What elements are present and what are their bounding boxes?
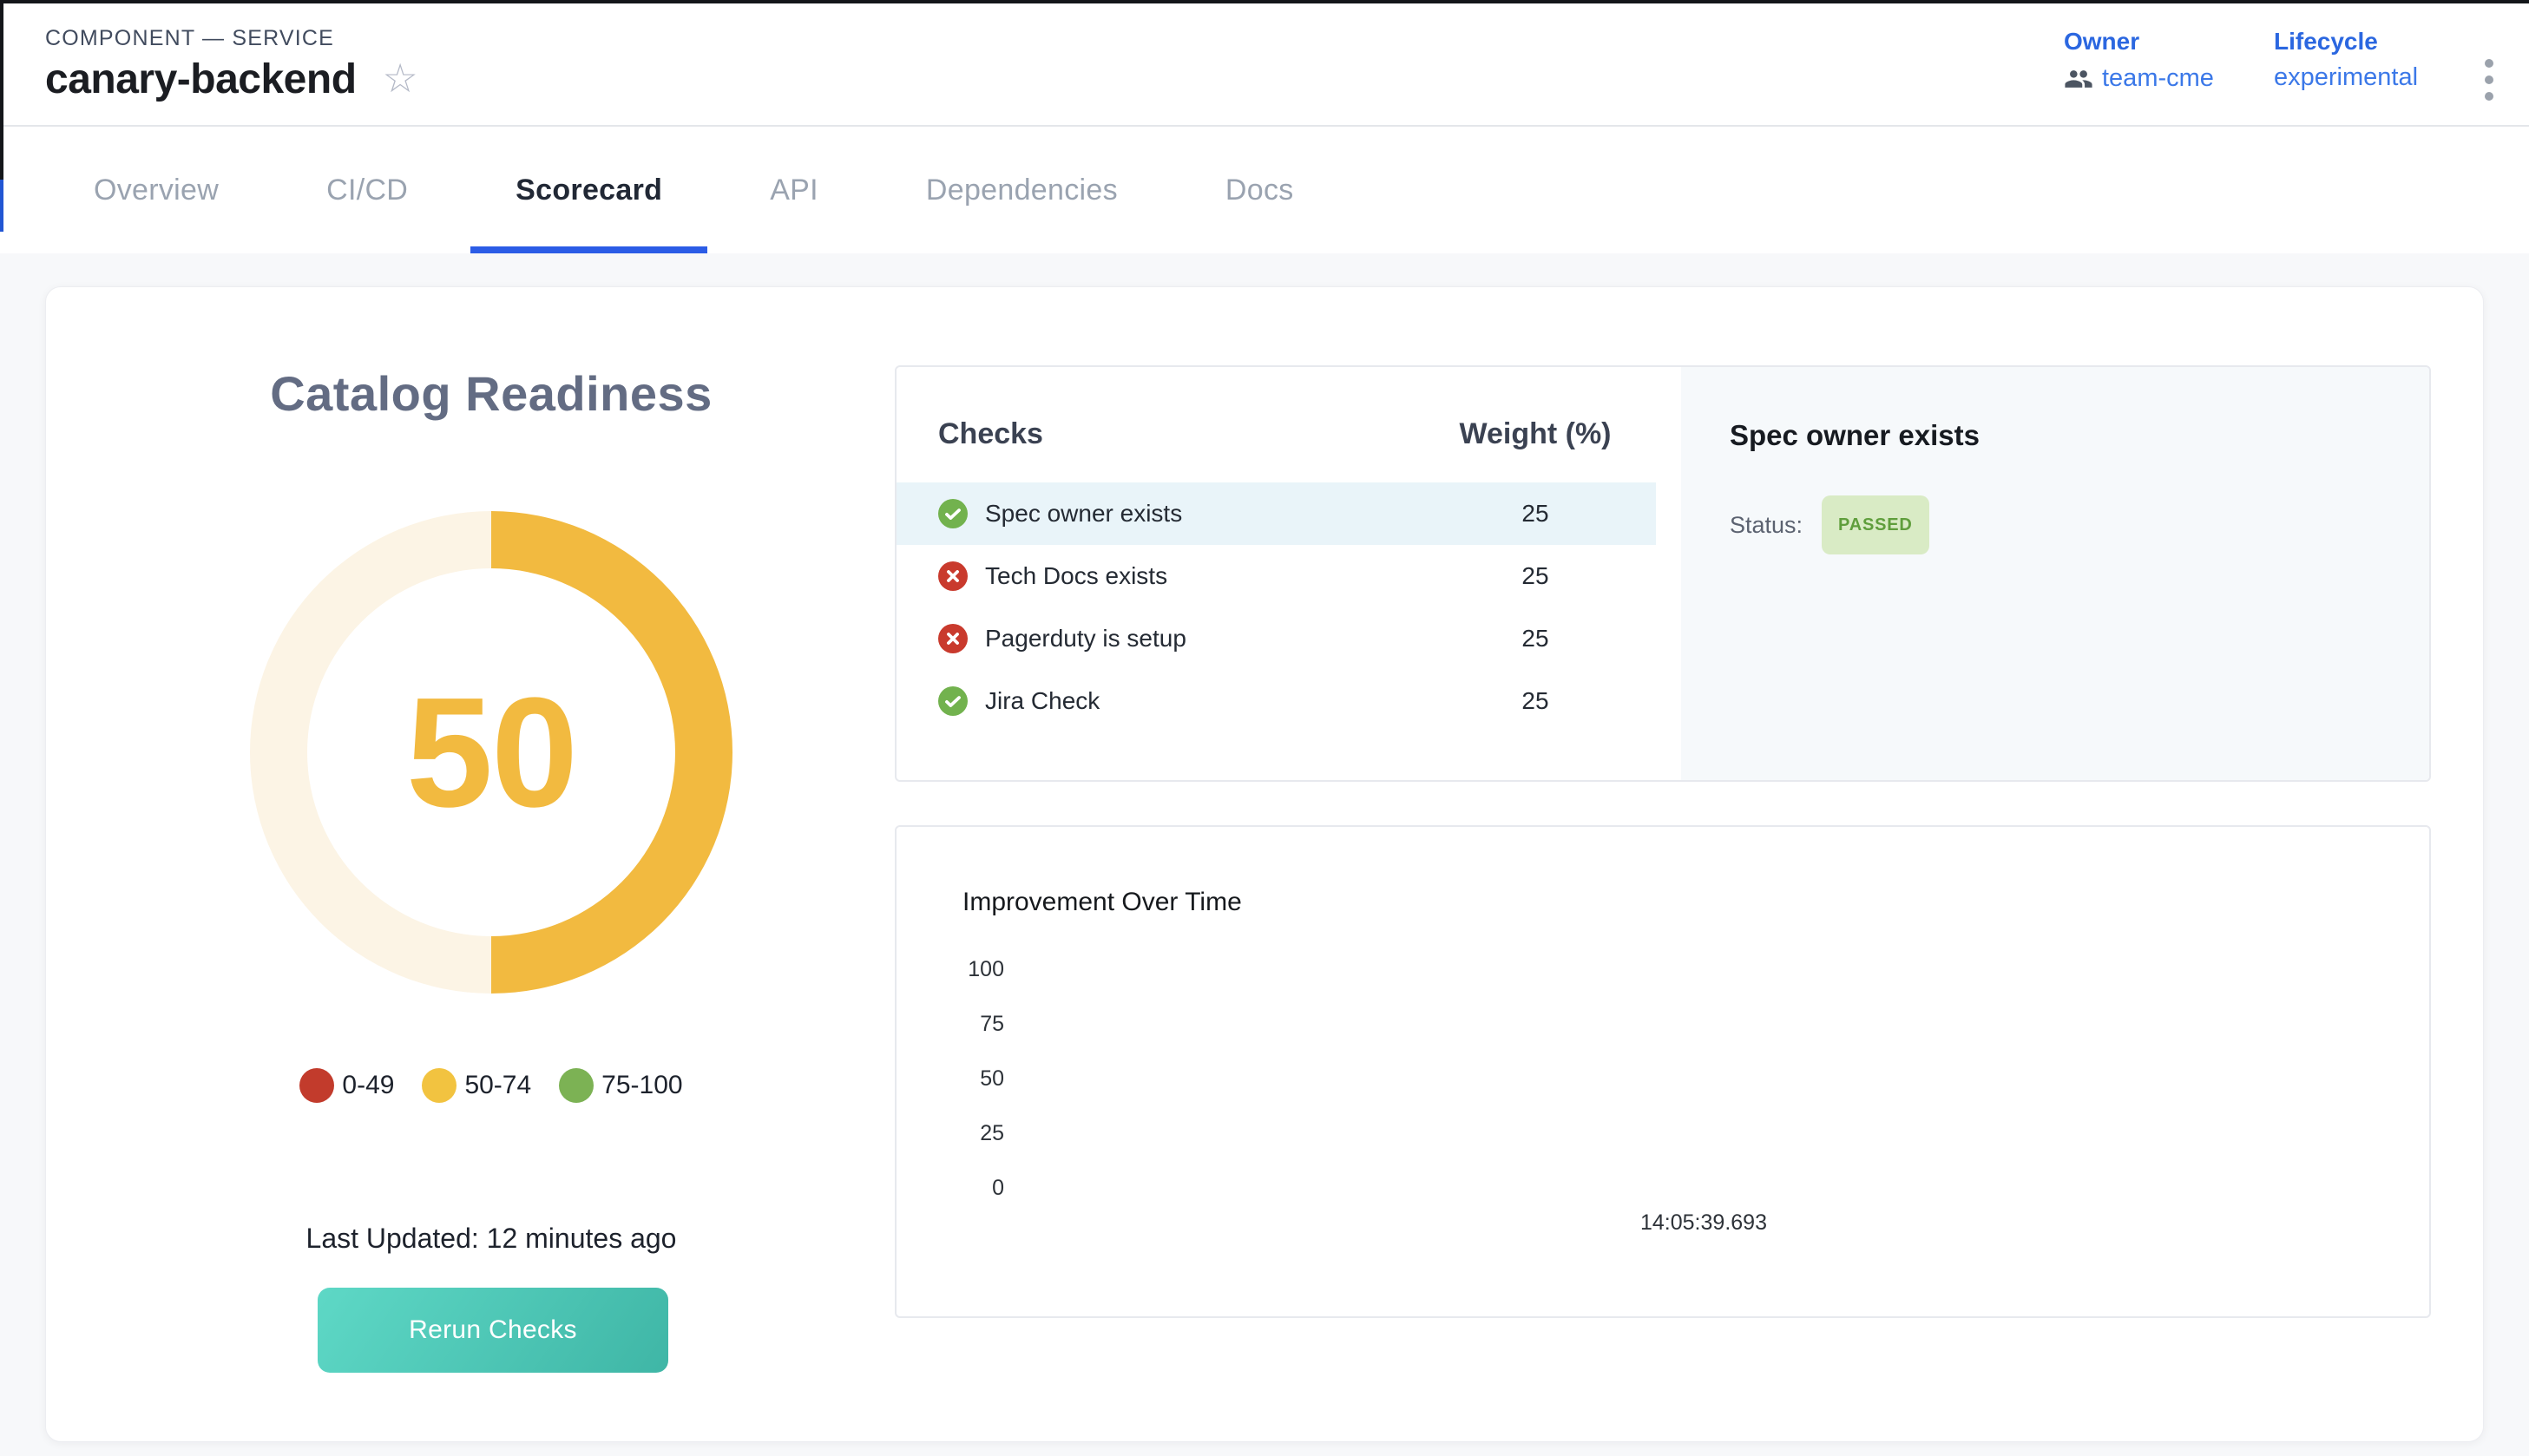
check-row[interactable]: Spec owner exists 25 (897, 482, 1656, 545)
legend-item: 50-74 (422, 1068, 531, 1103)
owner-block: Owner team-cme (2064, 30, 2214, 94)
score-legend: 0-49 50-74 75-100 (46, 1068, 936, 1103)
legend-label: 75-100 (601, 1071, 682, 1100)
legend-label: 50-74 (464, 1071, 531, 1100)
check-weight: 25 (1431, 625, 1639, 653)
status-label: Status: (1730, 512, 1803, 539)
check-name: Jira Check (985, 687, 1100, 715)
check-detail-title: Spec owner exists (1730, 419, 1980, 452)
lifecycle-value: experimental (2274, 64, 2418, 92)
lifecycle-block: Lifecycle experimental (2274, 30, 2418, 92)
y-axis-tick-label: 50 (931, 1052, 1004, 1106)
tab-overview[interactable]: Overview (49, 127, 264, 253)
tab-label: Docs (1225, 174, 1294, 207)
title-row: canary-backend ☆ (45, 59, 418, 101)
chart-plot-area (1018, 942, 2377, 1203)
y-axis-tick-label: 0 (931, 1161, 1004, 1216)
x-circle-icon (938, 624, 968, 653)
chart-title: Improvement Over Time (962, 888, 1242, 917)
page-title: canary-backend (45, 59, 357, 101)
tab-label: API (770, 174, 818, 207)
tab-api[interactable]: API (725, 127, 864, 253)
weight-column-header: Weight (%) (1431, 417, 1639, 451)
tab-scorecard[interactable]: Scorecard (470, 127, 707, 253)
app-window: COMPONENT — SERVICE canary-backend ☆ Own… (0, 0, 2529, 1456)
legend-dot-icon (559, 1068, 594, 1103)
legend-dot-icon (299, 1068, 334, 1103)
check-weight: 25 (1431, 562, 1639, 590)
people-icon (2064, 64, 2093, 94)
checks-panel: Checks Weight (%) Spec owner exists 25 (895, 365, 2431, 782)
tab-label: Dependencies (926, 174, 1118, 207)
status-badge: PASSED (1822, 495, 1929, 554)
check-weight: 25 (1431, 500, 1639, 528)
tab-label: Overview (94, 174, 219, 207)
check-detail-status-row: Status: PASSED (1730, 495, 1929, 554)
gauge-score: 50 (250, 511, 732, 994)
y-axis-tick-label: 75 (931, 997, 1004, 1052)
tab-label: CI/CD (326, 174, 408, 207)
chart-y-axis: 100 75 50 25 0 (931, 942, 1004, 1216)
screen-top-edge (0, 0, 2529, 3)
tab-docs[interactable]: Docs (1180, 127, 1339, 253)
screen-left-edge (0, 3, 3, 180)
checks-table-body: Spec owner exists 25 Tech Docs exists 25 (897, 482, 1656, 732)
favorite-star-icon[interactable]: ☆ (383, 58, 418, 98)
chart-x-axis: 14:05:39.693 (1573, 1210, 1834, 1236)
tab-dependencies[interactable]: Dependencies (881, 127, 1163, 253)
scorecard-title: Catalog Readiness (46, 365, 936, 422)
owner-value: team-cme (2102, 65, 2214, 93)
legend-label: 0-49 (342, 1071, 394, 1100)
check-row[interactable]: Pagerduty is setup 25 (897, 607, 1656, 670)
lifecycle-label: Lifecycle (2274, 30, 2418, 54)
last-updated-text: Last Updated: 12 minutes ago (46, 1223, 936, 1255)
tab-bar: Overview CI/CD Scorecard API Dependencie… (0, 127, 2529, 253)
tab-label: Scorecard (516, 174, 662, 207)
check-circle-icon (938, 686, 968, 716)
checks-column-header: Checks (938, 417, 1043, 451)
check-circle-icon (938, 499, 968, 528)
screen-left-edge-accent (0, 180, 3, 232)
check-row[interactable]: Tech Docs exists 25 (897, 545, 1656, 607)
check-name: Pagerduty is setup (985, 625, 1186, 653)
y-axis-tick-label: 100 (931, 942, 1004, 997)
readiness-gauge: 50 (250, 511, 732, 994)
legend-item: 0-49 (299, 1068, 394, 1103)
check-detail-panel: Spec owner exists Status: PASSED (1681, 367, 2429, 780)
x-axis-tick-label: 14:05:39.693 (1573, 1210, 1834, 1236)
rerun-checks-button[interactable]: Rerun Checks (318, 1288, 668, 1373)
check-name: Spec owner exists (985, 500, 1182, 528)
check-name: Tech Docs exists (985, 562, 1167, 590)
breadcrumb: COMPONENT — SERVICE (45, 26, 334, 51)
check-row[interactable]: Jira Check 25 (897, 670, 1656, 732)
legend-item: 75-100 (559, 1068, 682, 1103)
entity-header: COMPONENT — SERVICE canary-backend ☆ Own… (0, 3, 2529, 127)
kebab-menu-icon[interactable] (2470, 52, 2508, 108)
owner-label: Owner (2064, 30, 2214, 54)
check-weight: 25 (1431, 687, 1639, 715)
y-axis-tick-label: 25 (931, 1106, 1004, 1161)
tab-cicd[interactable]: CI/CD (281, 127, 453, 253)
legend-dot-icon (422, 1068, 457, 1103)
x-circle-icon (938, 561, 968, 591)
owner-link[interactable]: team-cme (2064, 64, 2214, 94)
scorecard-page-card: Catalog Readiness 50 0-49 50-74 75-100 (45, 286, 2484, 1442)
improvement-chart-card: Improvement Over Time 100 75 50 25 0 14:… (895, 825, 2431, 1318)
